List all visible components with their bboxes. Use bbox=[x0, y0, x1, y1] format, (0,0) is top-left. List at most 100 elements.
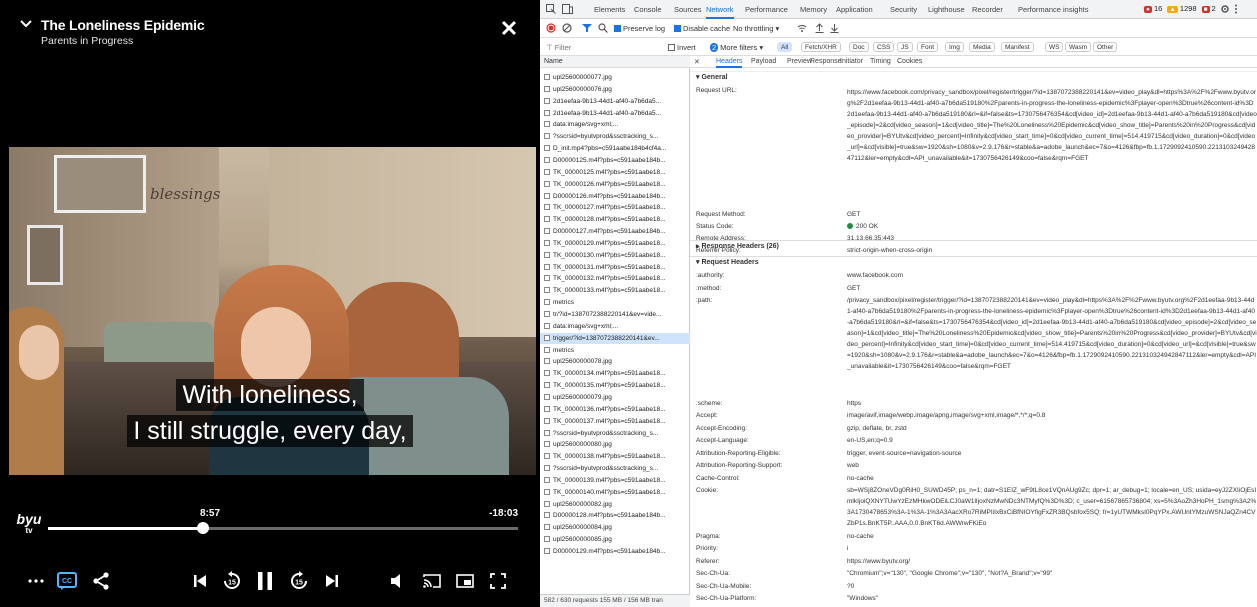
filter-type-font[interactable]: Font bbox=[917, 42, 939, 52]
more-icon[interactable] bbox=[24, 569, 48, 593]
detail-tab-preview[interactable]: Preview bbox=[787, 58, 812, 65]
request-row[interactable]: upl25600000078.jpg bbox=[540, 356, 690, 367]
filter-icon[interactable] bbox=[582, 23, 592, 33]
network-conditions-icon[interactable] bbox=[797, 24, 807, 32]
filter-input[interactable]: ⊤ Filter bbox=[546, 43, 571, 52]
invert-checkbox[interactable]: Invert bbox=[668, 43, 696, 52]
search-icon[interactable] bbox=[598, 23, 608, 33]
request-row[interactable]: TK_00000139.m4f?pbs=c591aabe18... bbox=[540, 475, 690, 486]
detail-tab-response[interactable]: Response bbox=[810, 58, 842, 65]
tab-sources[interactable]: Sources bbox=[674, 5, 702, 14]
filter-type-wasm[interactable]: Wasm bbox=[1065, 42, 1092, 52]
request-row[interactable]: upl25600000080.jpg bbox=[540, 439, 690, 450]
filter-type-fetch-xhr[interactable]: Fetch/XHR bbox=[801, 42, 841, 52]
request-row[interactable]: TK_00000137.m4f?pbs=c591aabe18... bbox=[540, 416, 690, 427]
request-row[interactable]: upl25600000079.jpg bbox=[540, 392, 690, 403]
progress-handle[interactable] bbox=[197, 522, 210, 534]
tab-application[interactable]: Application bbox=[836, 5, 873, 14]
request-row[interactable]: TK_00000128.m4f?pbs=c591aabe18... bbox=[540, 214, 690, 225]
request-row[interactable]: TK_00000134.m4f?pbs=c591aabe18... bbox=[540, 368, 690, 379]
disable-cache-checkbox[interactable]: Disable cache bbox=[674, 24, 730, 33]
more-options-icon[interactable] bbox=[1234, 4, 1238, 14]
detail-tab-cookies[interactable]: Cookies bbox=[897, 58, 922, 65]
section-general[interactable]: ▾ General bbox=[690, 71, 1257, 83]
request-row[interactable]: TK_00000132.m4f?pbs=c591aabe18... bbox=[540, 273, 690, 284]
request-row[interactable]: D00000127.m4f?pbs=c591aabe184b... bbox=[540, 226, 690, 237]
filter-type-media[interactable]: Media bbox=[969, 42, 995, 52]
inspect-element-icon[interactable] bbox=[546, 4, 556, 14]
request-row[interactable]: TK_00000126.m4f?pbs=c591aabe18... bbox=[540, 179, 690, 190]
console-counters[interactable]: ● 16 ▲ 1298 ■ 2 bbox=[1144, 4, 1216, 13]
request-row[interactable]: TK_00000125.m4f?pbs=c591aabe18... bbox=[540, 167, 690, 178]
section-request-headers[interactable]: ▾ Request Headers bbox=[690, 256, 1257, 268]
filter-type-doc[interactable]: Doc bbox=[849, 42, 869, 52]
request-row[interactable]: D00000125.m4f?pbs=c591aabe184b... bbox=[540, 155, 690, 166]
cast-icon[interactable] bbox=[420, 569, 444, 593]
close-icon[interactable] bbox=[500, 19, 518, 37]
tab-security[interactable]: Security bbox=[890, 5, 917, 14]
request-row[interactable]: D00000126.m4f?pbs=c591aabe184b... bbox=[540, 191, 690, 202]
chevron-down-icon[interactable] bbox=[18, 16, 34, 32]
request-row[interactable]: ?sscrsid=byutvprod&ssctracking_s... bbox=[540, 131, 690, 142]
import-har-icon[interactable] bbox=[815, 23, 824, 33]
tab-network[interactable]: Network bbox=[706, 5, 734, 19]
request-row[interactable]: trigger/?id=1387072388220141&ev... bbox=[540, 332, 690, 344]
request-row[interactable]: D00000128.m4f?pbs=c591aabe184b... bbox=[540, 510, 690, 521]
request-row[interactable]: data:image/svg+xml;... bbox=[540, 119, 690, 130]
progress-bar[interactable] bbox=[48, 522, 518, 534]
tab-performance[interactable]: Performance bbox=[745, 5, 788, 14]
request-row[interactable]: upl25600000076.jpg bbox=[540, 84, 690, 95]
filter-type-other[interactable]: Other bbox=[1093, 42, 1118, 52]
request-row[interactable]: TK_00000129.m4f?pbs=c591aabe18... bbox=[540, 238, 690, 249]
device-toolbar-icon[interactable] bbox=[562, 4, 573, 14]
request-row[interactable]: TK_00000140.m4f?pbs=c591aabe18... bbox=[540, 487, 690, 498]
request-row[interactable]: 2d1eefaa-9b13-44d1-af40-a7b6da5... bbox=[540, 108, 690, 119]
request-row[interactable]: upl25600000077.jpg bbox=[540, 72, 690, 83]
closed-captions-icon[interactable]: CC bbox=[55, 569, 79, 593]
clear-icon[interactable] bbox=[562, 23, 572, 33]
detail-tab-headers[interactable]: Headers bbox=[716, 58, 743, 68]
throttling-select[interactable]: No throttling ▾ bbox=[733, 24, 779, 33]
more-filters-dropdown[interactable]: 2 More filters ▾ bbox=[710, 43, 763, 52]
detail-tab-payload[interactable]: Payload bbox=[751, 58, 776, 65]
column-header-name[interactable]: Name bbox=[540, 56, 690, 68]
request-row[interactable]: 2d1eefaa-9b13-44d1-af40-a7b6da5... bbox=[540, 96, 690, 107]
previous-icon[interactable] bbox=[188, 569, 212, 593]
request-row[interactable]: TK_00000136.m4f?pbs=c591aabe18... bbox=[540, 404, 690, 415]
request-row[interactable]: upl25600000085.jpg bbox=[540, 534, 690, 545]
settings-gear-icon[interactable] bbox=[1220, 4, 1230, 14]
request-row[interactable]: tr/?id=1387072388220141&ev=vide... bbox=[540, 309, 690, 320]
tab-performance-insights[interactable]: Performance insights bbox=[1018, 5, 1088, 14]
section-response-headers[interactable]: ▸ Response Headers (26) bbox=[690, 240, 1257, 252]
tab-memory[interactable]: Memory bbox=[800, 5, 827, 14]
filter-type-all[interactable]: All bbox=[777, 42, 793, 52]
tab-elements[interactable]: Elements bbox=[594, 5, 625, 14]
detail-tab-initiator[interactable]: Initiator bbox=[840, 58, 863, 65]
request-row[interactable]: TK_00000130.m4f?pbs=c591aabe18... bbox=[540, 250, 690, 261]
filter-type-js[interactable]: JS bbox=[897, 42, 913, 52]
tab-lighthouse[interactable]: Lighthouse bbox=[928, 5, 965, 14]
detail-tab-timing[interactable]: Timing bbox=[870, 58, 891, 65]
close-detail-icon[interactable]: ✕ bbox=[694, 58, 700, 66]
forward-15-icon[interactable]: 15 bbox=[287, 569, 311, 593]
preserve-log-checkbox[interactable]: Preserve log bbox=[614, 24, 665, 33]
pause-icon[interactable] bbox=[253, 569, 277, 593]
rewind-15-icon[interactable]: 15 bbox=[220, 569, 244, 593]
request-row[interactable]: metrics bbox=[540, 345, 690, 356]
volume-icon[interactable] bbox=[387, 569, 411, 593]
filter-type-css[interactable]: CSS bbox=[873, 42, 895, 52]
request-row[interactable]: D_init.mp4?pbs=c591aabe184b4cf4a... bbox=[540, 143, 690, 154]
request-row[interactable]: TK_00000127.m4f?pbs=c591aabe18... bbox=[540, 202, 690, 213]
share-icon[interactable] bbox=[89, 569, 113, 593]
request-row[interactable]: TK_00000133.m4f?pbs=c591aabe18... bbox=[540, 285, 690, 296]
tab-recorder[interactable]: Recorder bbox=[972, 5, 1003, 14]
next-icon[interactable] bbox=[320, 569, 344, 593]
filter-type-ws[interactable]: WS bbox=[1045, 42, 1064, 52]
request-row[interactable]: TK_00000138.m4f?pbs=c591aabe18... bbox=[540, 451, 690, 462]
request-row[interactable]: ?sscrsid=byutvprod&ssctracking_s... bbox=[540, 428, 690, 439]
request-row[interactable]: data:image/svg+xml;... bbox=[540, 321, 690, 332]
request-row[interactable]: upl25600000084.jpg bbox=[540, 522, 690, 533]
request-row[interactable]: D00000129.m4f?pbs=c591aabe184b... bbox=[540, 546, 690, 557]
picture-in-picture-icon[interactable] bbox=[453, 569, 477, 593]
filter-type-manifest[interactable]: Manifest bbox=[1001, 42, 1034, 52]
